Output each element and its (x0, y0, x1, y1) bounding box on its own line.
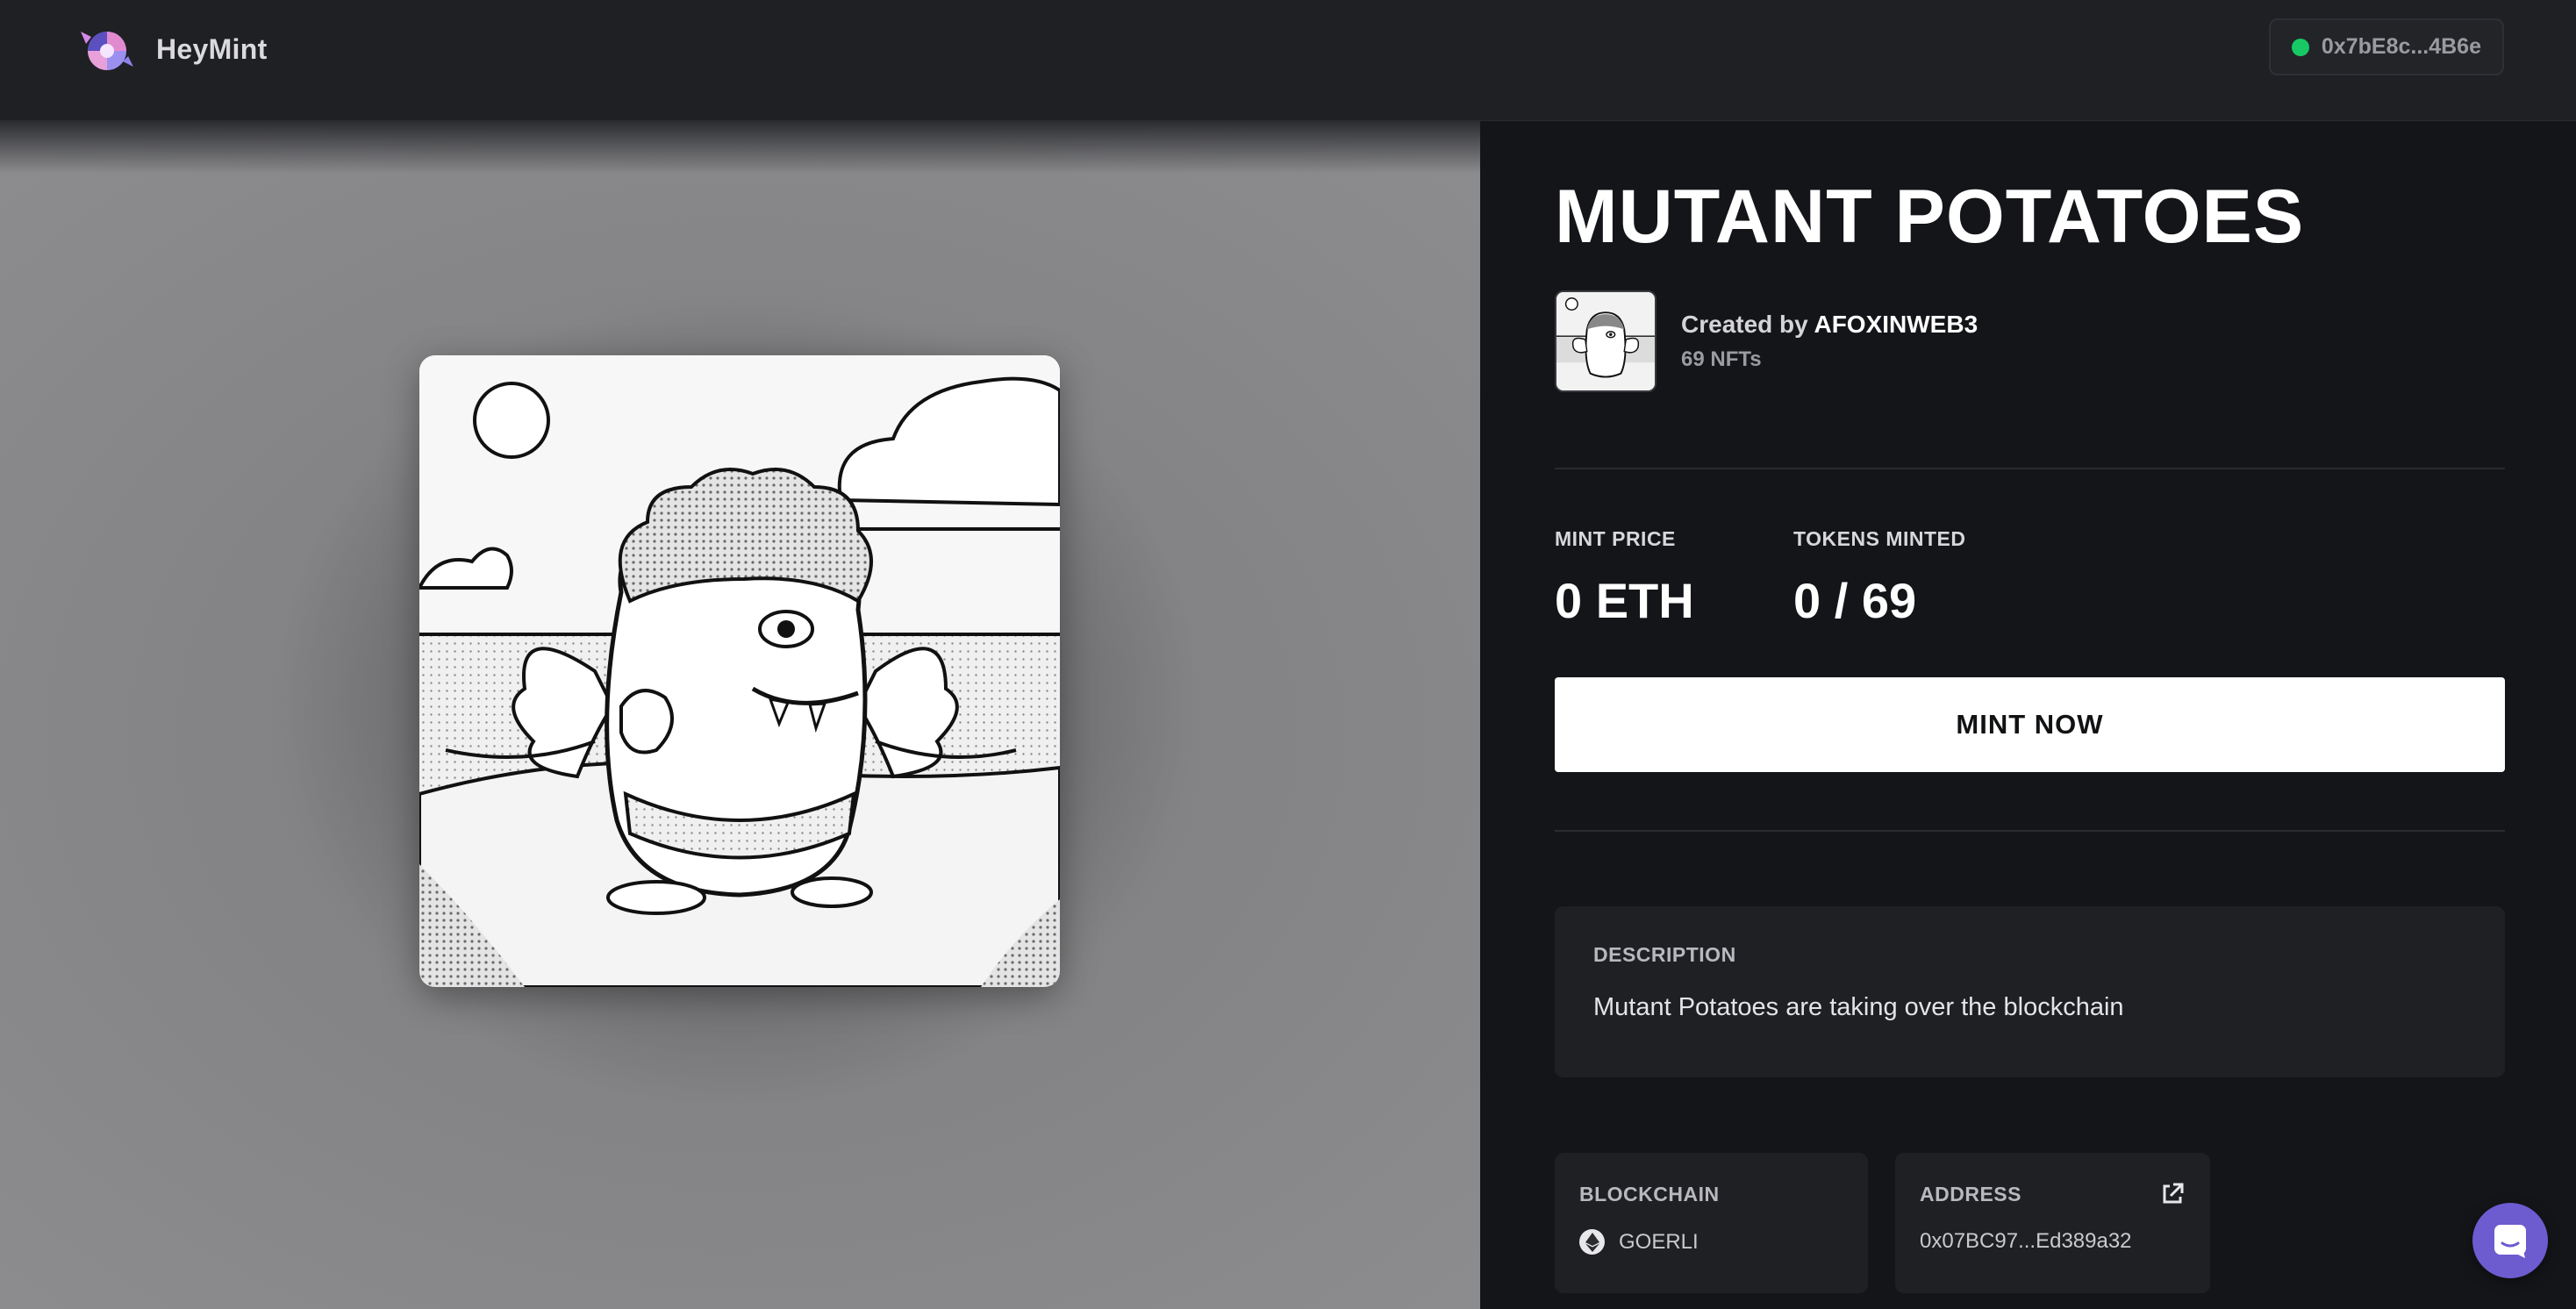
nft-count: 69 NFTs (1681, 347, 1762, 371)
divider (1555, 830, 2505, 832)
description-label: DESCRIPTION (1593, 943, 1736, 966)
blockchain-card: BLOCKCHAIN GOERLI (1555, 1153, 1868, 1293)
brand-name: HeyMint (156, 32, 268, 65)
wallet-address: 0x7bE8c...4B6e (2321, 34, 2481, 59)
blockchain-label: BLOCKCHAIN (1579, 1183, 1720, 1205)
nft-preview-image (419, 355, 1060, 987)
tokens-minted-stat: TOKENS MINTED 0 / 69 (1793, 527, 1965, 629)
mint-price-value: 0 ETH (1555, 573, 1694, 628)
blockchain-value: GOERLI (1619, 1229, 1699, 1254)
creator-avatar[interactable] (1555, 290, 1657, 392)
heymint-logo-icon (81, 32, 133, 70)
chat-icon (2494, 1225, 2526, 1258)
address-card: ADDRESS 0x07BC97...Ed389a32 (1895, 1153, 2210, 1293)
mint-now-button[interactable]: MINT NOW (1555, 677, 2505, 772)
creator-row: Created by AFOXINWEB3 69 NFTs (1555, 290, 1978, 392)
mint-price-stat: MINT PRICE 0 ETH (1555, 527, 1694, 629)
contract-address[interactable]: 0x07BC97...Ed389a32 (1920, 1229, 2132, 1254)
external-link-icon[interactable] (2159, 1181, 2186, 1207)
mint-price-label: MINT PRICE (1555, 527, 1676, 550)
top-nav: HeyMint 0x7bE8c...4B6e (0, 0, 2576, 121)
collection-info-panel: MUTANT POTATOES Created by AFOXINWEB3 69… (1480, 121, 2576, 1309)
creator-name-link[interactable]: AFOXINWEB3 (1814, 311, 1978, 338)
created-by-text: Created by AFOXINWEB3 (1681, 311, 1979, 338)
tokens-minted-value: 0 / 69 (1793, 573, 1917, 628)
description-card: DESCRIPTION Mutant Potatoes are taking o… (1555, 906, 2505, 1077)
address-label: ADDRESS (1920, 1183, 2021, 1205)
mutant-potato-artwork (419, 355, 1060, 987)
collection-title: MUTANT POTATOES (1555, 175, 2305, 259)
nft-media-panel (0, 121, 1480, 1309)
chat-launcher-button[interactable] (2472, 1203, 2548, 1278)
brand-logo[interactable]: HeyMint (74, 16, 268, 82)
divider (1555, 468, 2505, 469)
ethereum-icon (1579, 1229, 1605, 1255)
wallet-button[interactable]: 0x7bE8c...4B6e (2268, 18, 2504, 75)
tokens-minted-label: TOKENS MINTED (1793, 527, 1966, 550)
connected-status-dot (2291, 38, 2309, 56)
description-text: Mutant Potatoes are taking over the bloc… (1593, 993, 2124, 1021)
